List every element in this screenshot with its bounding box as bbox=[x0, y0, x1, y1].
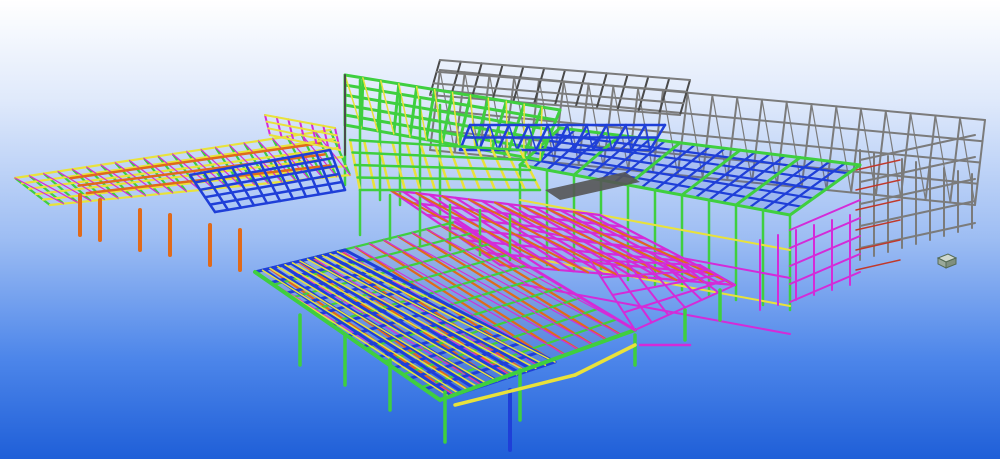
left-wing-frame bbox=[13, 114, 352, 272]
model-viewport[interactable] bbox=[0, 0, 1000, 459]
steel-structure-model[interactable] bbox=[0, 0, 1000, 459]
nav-cube-icon[interactable] bbox=[934, 250, 958, 270]
